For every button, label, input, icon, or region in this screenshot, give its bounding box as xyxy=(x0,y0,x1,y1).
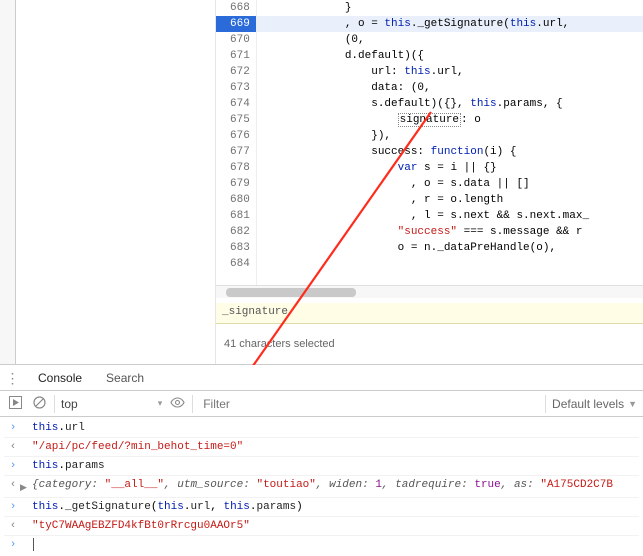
console-row-text: this._getSignature(this.url, this.params… xyxy=(32,498,637,516)
console-row-marker: › xyxy=(6,457,20,475)
chevron-down-icon: ▾ xyxy=(158,398,163,409)
line-number[interactable]: 675 xyxy=(230,112,250,128)
clear-console-icon[interactable] xyxy=(30,396,48,412)
code-scroll[interactable]: 6686696706716726736746756766776786796806… xyxy=(216,0,643,285)
selection-status: 41 characters selected xyxy=(216,334,643,356)
code-line[interactable]: , l = s.next && s.next.max_ xyxy=(345,208,643,224)
expand-icon[interactable] xyxy=(20,517,32,520)
code-line[interactable]: s.default)({}, this.params, { xyxy=(345,96,643,112)
console-row[interactable]: › xyxy=(4,536,639,554)
console-row-marker: › xyxy=(6,419,20,437)
context-select[interactable]: top ▾ xyxy=(61,397,162,411)
tab-search[interactable]: Search xyxy=(94,365,156,391)
highlight-word[interactable]: _signature xyxy=(216,303,643,324)
line-number[interactable]: 678 xyxy=(230,160,250,176)
line-number[interactable]: 676 xyxy=(230,128,250,144)
code-line[interactable]: d.default)({ xyxy=(345,48,643,64)
code-line[interactable] xyxy=(345,256,643,272)
code-line[interactable]: , o = s.data || [] xyxy=(345,176,643,192)
expand-icon[interactable]: ▶ xyxy=(20,476,32,497)
log-levels-label: Default levels xyxy=(552,397,624,411)
console-row-text: "/api/pc/feed/?min_behot_time=0" xyxy=(32,438,637,456)
console-row-marker: ‹ xyxy=(6,517,20,535)
code-line[interactable]: data: (0, xyxy=(345,80,643,96)
drawer-tabs: ⋮ Console Search xyxy=(0,365,643,391)
expand-icon[interactable] xyxy=(20,536,32,539)
left-gutter xyxy=(0,0,16,364)
code-line[interactable]: , r = o.length xyxy=(345,192,643,208)
log-levels-select[interactable]: Default levels ▼ xyxy=(552,397,637,411)
console-row-text xyxy=(32,536,637,554)
line-number[interactable]: 682 xyxy=(230,224,250,240)
code-line[interactable]: signature: o xyxy=(345,112,643,128)
console-row[interactable]: ‹ "/api/pc/feed/?min_behot_time=0" xyxy=(4,438,639,457)
line-number[interactable]: 668 xyxy=(230,0,250,16)
console-row[interactable]: ‹▶{category: "__all__", utm_source: "tou… xyxy=(4,476,639,498)
console-row-marker: ‹ xyxy=(6,476,20,494)
code-line[interactable]: , o = this._getSignature(this.url, xyxy=(257,16,643,32)
code-lines[interactable]: }, o = this._getSignature(this.url, (0,d… xyxy=(257,0,643,285)
chevron-down-icon: ▼ xyxy=(628,399,637,409)
code-line[interactable]: url: this.url, xyxy=(345,64,643,80)
console-row[interactable]: › this.params xyxy=(4,457,639,476)
line-number[interactable]: 677 xyxy=(230,144,250,160)
context-select-label: top xyxy=(61,397,78,411)
code-line[interactable]: var s = i || {} xyxy=(345,160,643,176)
console-row-marker: › xyxy=(6,536,20,554)
console-body[interactable]: › this.url ‹ "/api/pc/feed/?min_behot_time=… xyxy=(0,417,643,556)
eye-icon[interactable] xyxy=(168,397,186,411)
code-line[interactable]: "success" === s.message && r xyxy=(345,224,643,240)
line-number[interactable]: 681 xyxy=(230,208,250,224)
console-row-text: {category: "__all__", utm_source: "touti… xyxy=(32,476,637,494)
line-number[interactable]: 683 xyxy=(230,240,250,256)
code-line[interactable]: (0, xyxy=(345,32,643,48)
activity-strip xyxy=(16,0,216,364)
line-number[interactable]: 673 xyxy=(230,80,250,96)
line-number[interactable]: 674 xyxy=(230,96,250,112)
code-pane: 6686696706716726736746756766776786796806… xyxy=(0,0,643,365)
code-line[interactable]: }), xyxy=(345,128,643,144)
line-number[interactable]: 684 xyxy=(230,256,250,272)
console-toolbar: top ▾ Default levels ▼ xyxy=(0,391,643,417)
line-number[interactable]: 669 xyxy=(216,16,256,32)
play-icon[interactable] xyxy=(6,396,24,412)
code-line[interactable]: success: function(i) { xyxy=(345,144,643,160)
code-area: 6686696706716726736746756766776786796806… xyxy=(216,0,643,364)
console-row[interactable]: › this._getSignature(this.url, this.param… xyxy=(4,498,639,517)
console-row-text: this.url xyxy=(32,419,637,437)
expand-icon[interactable] xyxy=(20,498,32,501)
tab-console[interactable]: Console xyxy=(26,365,94,391)
line-number[interactable]: 680 xyxy=(230,192,250,208)
console-row-marker: ‹ xyxy=(6,438,20,456)
console-row[interactable]: ‹ "tyC7WAAgEBZFD4kfBt0rRrcgu0AAOr5" xyxy=(4,517,639,536)
expand-icon[interactable] xyxy=(20,419,32,422)
code-line[interactable]: o = n._dataPreHandle(o), xyxy=(345,240,643,256)
drag-handle-icon[interactable]: ⋮ xyxy=(0,372,26,384)
console-row-text: "tyC7WAAgEBZFD4kfBt0rRrcgu0AAOr5" xyxy=(32,517,637,535)
console-row-text: this.params xyxy=(32,457,637,475)
expand-icon[interactable] xyxy=(20,457,32,460)
code-line[interactable]: } xyxy=(345,0,643,16)
line-number[interactable]: 670 xyxy=(230,32,250,48)
line-number[interactable]: 671 xyxy=(230,48,250,64)
console-row-marker: › xyxy=(6,498,20,516)
line-numbers: 6686696706716726736746756766776786796806… xyxy=(216,0,257,285)
filter-input[interactable] xyxy=(199,395,539,413)
h-scrollbar-thumb[interactable] xyxy=(226,288,356,297)
h-scrollbar[interactable] xyxy=(216,285,643,298)
line-number[interactable]: 672 xyxy=(230,64,250,80)
console-row[interactable]: › this.url xyxy=(4,419,639,438)
expand-icon[interactable] xyxy=(20,438,32,441)
line-number[interactable]: 679 xyxy=(230,176,250,192)
